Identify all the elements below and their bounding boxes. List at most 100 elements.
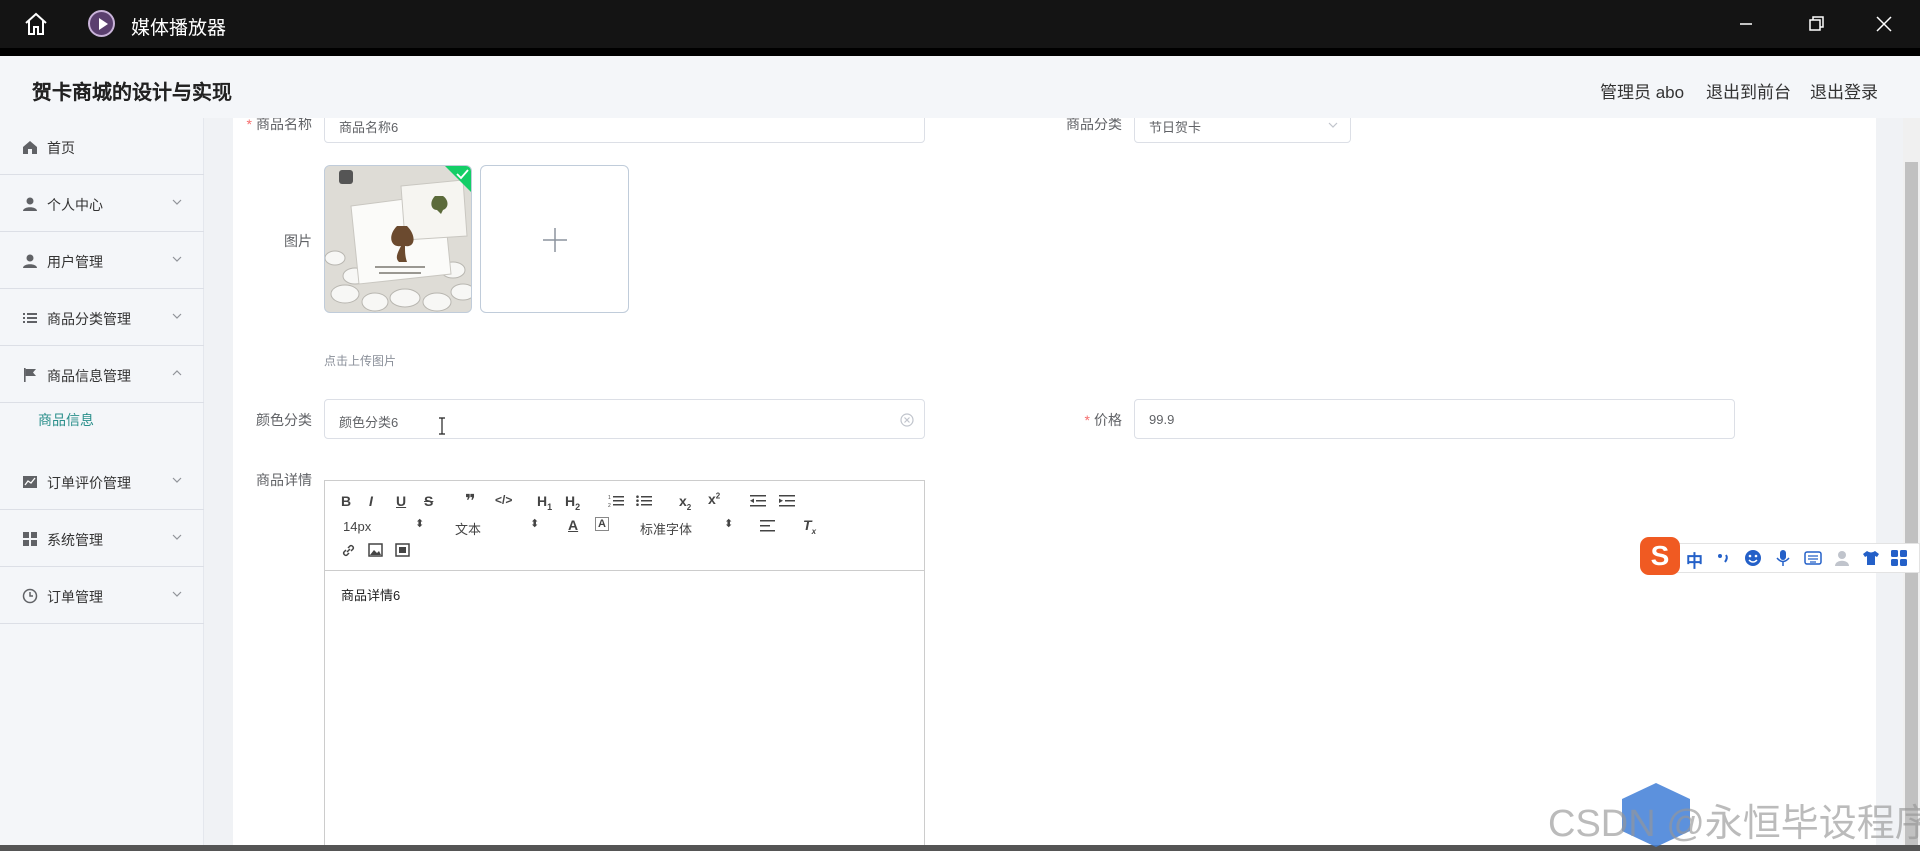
sidebar-item-category-management[interactable]: 商品分类管理: [0, 289, 204, 346]
sidebar-item-label: 商品信息管理: [47, 368, 131, 384]
product-name-value: 商品名称6: [339, 120, 399, 135]
sidebar-item-user-management[interactable]: 用户管理: [0, 232, 204, 289]
window-title: 媒体播放器: [131, 18, 227, 39]
chart-icon: [23, 476, 37, 488]
font-color-icon[interactable]: A: [568, 517, 578, 533]
font-size-select[interactable]: 14px: [343, 519, 371, 534]
microphone-icon[interactable]: [1774, 549, 1792, 567]
user-icon: [23, 197, 37, 211]
plus-icon: [543, 228, 567, 252]
bullet-list-icon[interactable]: [636, 494, 652, 508]
italic-icon[interactable]: I: [369, 493, 373, 509]
sidebar-item-label: 用户管理: [47, 254, 103, 270]
sidebar-item-personal-center[interactable]: 个人中心: [0, 175, 204, 232]
color-category-value: 颜色分类6: [339, 415, 399, 430]
sidebar-item-system-management[interactable]: 系统管理: [0, 510, 204, 567]
sidebar-subitem-label: 商品信息: [38, 412, 94, 428]
sidebar-item-order-review-management[interactable]: 订单评价管理: [0, 453, 204, 510]
chevron-up-icon: [172, 370, 182, 376]
color-category-input[interactable]: 颜色分类6: [324, 399, 925, 439]
strike-icon[interactable]: S: [424, 493, 433, 509]
sidebar-item-label: 商品分类管理: [47, 311, 131, 327]
home-icon[interactable]: [22, 10, 50, 38]
user-icon: [23, 254, 37, 268]
svg-text:2: 2: [608, 503, 611, 508]
admin-user-label-overlay: 管理员 abo: [1600, 83, 1685, 102]
media-player-icon: [88, 10, 115, 37]
sidebar-item-product-info-management[interactable]: 商品信息管理: [0, 346, 204, 403]
sogou-logo-icon[interactable]: S: [1640, 537, 1680, 575]
upload-tip: 点击上传图片: [324, 354, 397, 368]
sidebar-item-label: 首页: [47, 140, 75, 156]
chevron-down-icon: [172, 199, 182, 205]
clear-icon[interactable]: [900, 413, 914, 427]
font-family-select[interactable]: 标准字体: [640, 519, 692, 538]
home-icon: [23, 141, 37, 154]
header-1-icon[interactable]: H1: [537, 493, 552, 512]
sidebar-item-order-management[interactable]: 订单管理: [0, 567, 204, 624]
keyboard-icon[interactable]: [1804, 549, 1822, 567]
text-cursor-icon: [439, 417, 445, 435]
chevron-down-icon: [172, 313, 182, 319]
subscript-icon[interactable]: x2: [679, 493, 691, 512]
minimize-icon[interactable]: [1732, 10, 1760, 38]
ime-toolbar[interactable]: S 中: [1640, 537, 1920, 579]
bold-icon[interactable]: B: [341, 493, 351, 509]
superscript-icon[interactable]: x2: [708, 491, 720, 507]
list-icon: [23, 313, 37, 323]
indent-icon[interactable]: [779, 494, 795, 508]
blockquote-icon[interactable]: ❞: [465, 491, 476, 512]
punctuation-icon[interactable]: [1714, 549, 1732, 567]
toolbox-icon[interactable]: [1890, 549, 1908, 567]
emoji-icon[interactable]: [1744, 549, 1762, 567]
clock-icon: [22, 588, 38, 604]
select-arrows-icon: ⬍: [415, 518, 425, 530]
window-titlebar: 媒体播放器: [0, 0, 1920, 48]
sidebar-item-label: 订单管理: [47, 589, 103, 605]
product-category-value: 节日贺卡: [1149, 120, 1202, 135]
sidebar-subitem-product-info[interactable]: 商品信息: [0, 403, 204, 435]
color-category-label: 颜色分类: [256, 412, 312, 428]
product-detail-label: 商品详情: [256, 472, 312, 488]
editor-toolbar: B I U S ❞ </> H1 H2 12 x2 x2 14px ⬍ 文本 ⬍…: [325, 481, 924, 571]
sidebar-item-home[interactable]: 首页: [0, 118, 204, 175]
align-icon[interactable]: [760, 519, 775, 533]
price-input[interactable]: 99.9: [1134, 399, 1735, 439]
price-value: 99.9: [1149, 412, 1175, 427]
sidebar-item-label: 订单评价管理: [47, 475, 131, 491]
chevron-down-icon: [172, 534, 182, 540]
close-icon[interactable]: [1870, 10, 1898, 38]
rich-text-editor[interactable]: B I U S ❞ </> H1 H2 12 x2 x2 14px ⬍ 文本 ⬍…: [324, 480, 925, 851]
titlebar-divider: [0, 48, 1920, 56]
code-block-icon[interactable]: </>: [495, 493, 512, 507]
ime-chinese-mode[interactable]: 中: [1686, 547, 1703, 572]
video-icon[interactable]: [395, 543, 410, 557]
chevron-down-icon: [172, 591, 182, 597]
chevron-down-icon: [172, 256, 182, 262]
header-select[interactable]: 文本: [455, 519, 481, 538]
chevron-down-icon: [172, 477, 182, 483]
watermark-text: CSDN @永恒毕设程序: [1548, 803, 1920, 845]
image-icon[interactable]: [368, 543, 383, 557]
user-account-icon[interactable]: [1834, 549, 1852, 567]
logout-link-overlay[interactable]: 退出登录: [1810, 78, 1878, 103]
maximize-icon[interactable]: [1802, 10, 1830, 38]
underline-icon[interactable]: U: [396, 493, 406, 509]
select-arrows-icon: ⬍: [724, 518, 734, 530]
add-image-button[interactable]: [480, 165, 629, 313]
grid-icon: [23, 532, 37, 546]
header-2-icon[interactable]: H2: [565, 493, 580, 512]
ordered-list-icon[interactable]: 12: [608, 494, 624, 508]
greeting-card-image: [325, 166, 471, 312]
clear-format-icon[interactable]: Tx: [803, 517, 816, 536]
uploaded-image-thumbnail[interactable]: [324, 165, 472, 313]
exit-to-front-link-overlay[interactable]: 退出到前台: [1706, 78, 1791, 103]
flag-icon: [24, 368, 36, 382]
scrollbar-thumb[interactable]: [1905, 162, 1918, 851]
outdent-icon[interactable]: [750, 494, 766, 508]
skin-shirt-icon[interactable]: [1862, 549, 1880, 567]
editor-content[interactable]: 商品详情6: [341, 585, 400, 604]
link-icon[interactable]: [341, 543, 356, 558]
background-color-icon[interactable]: A: [595, 517, 609, 531]
select-arrows-icon: ⬍: [530, 518, 540, 530]
